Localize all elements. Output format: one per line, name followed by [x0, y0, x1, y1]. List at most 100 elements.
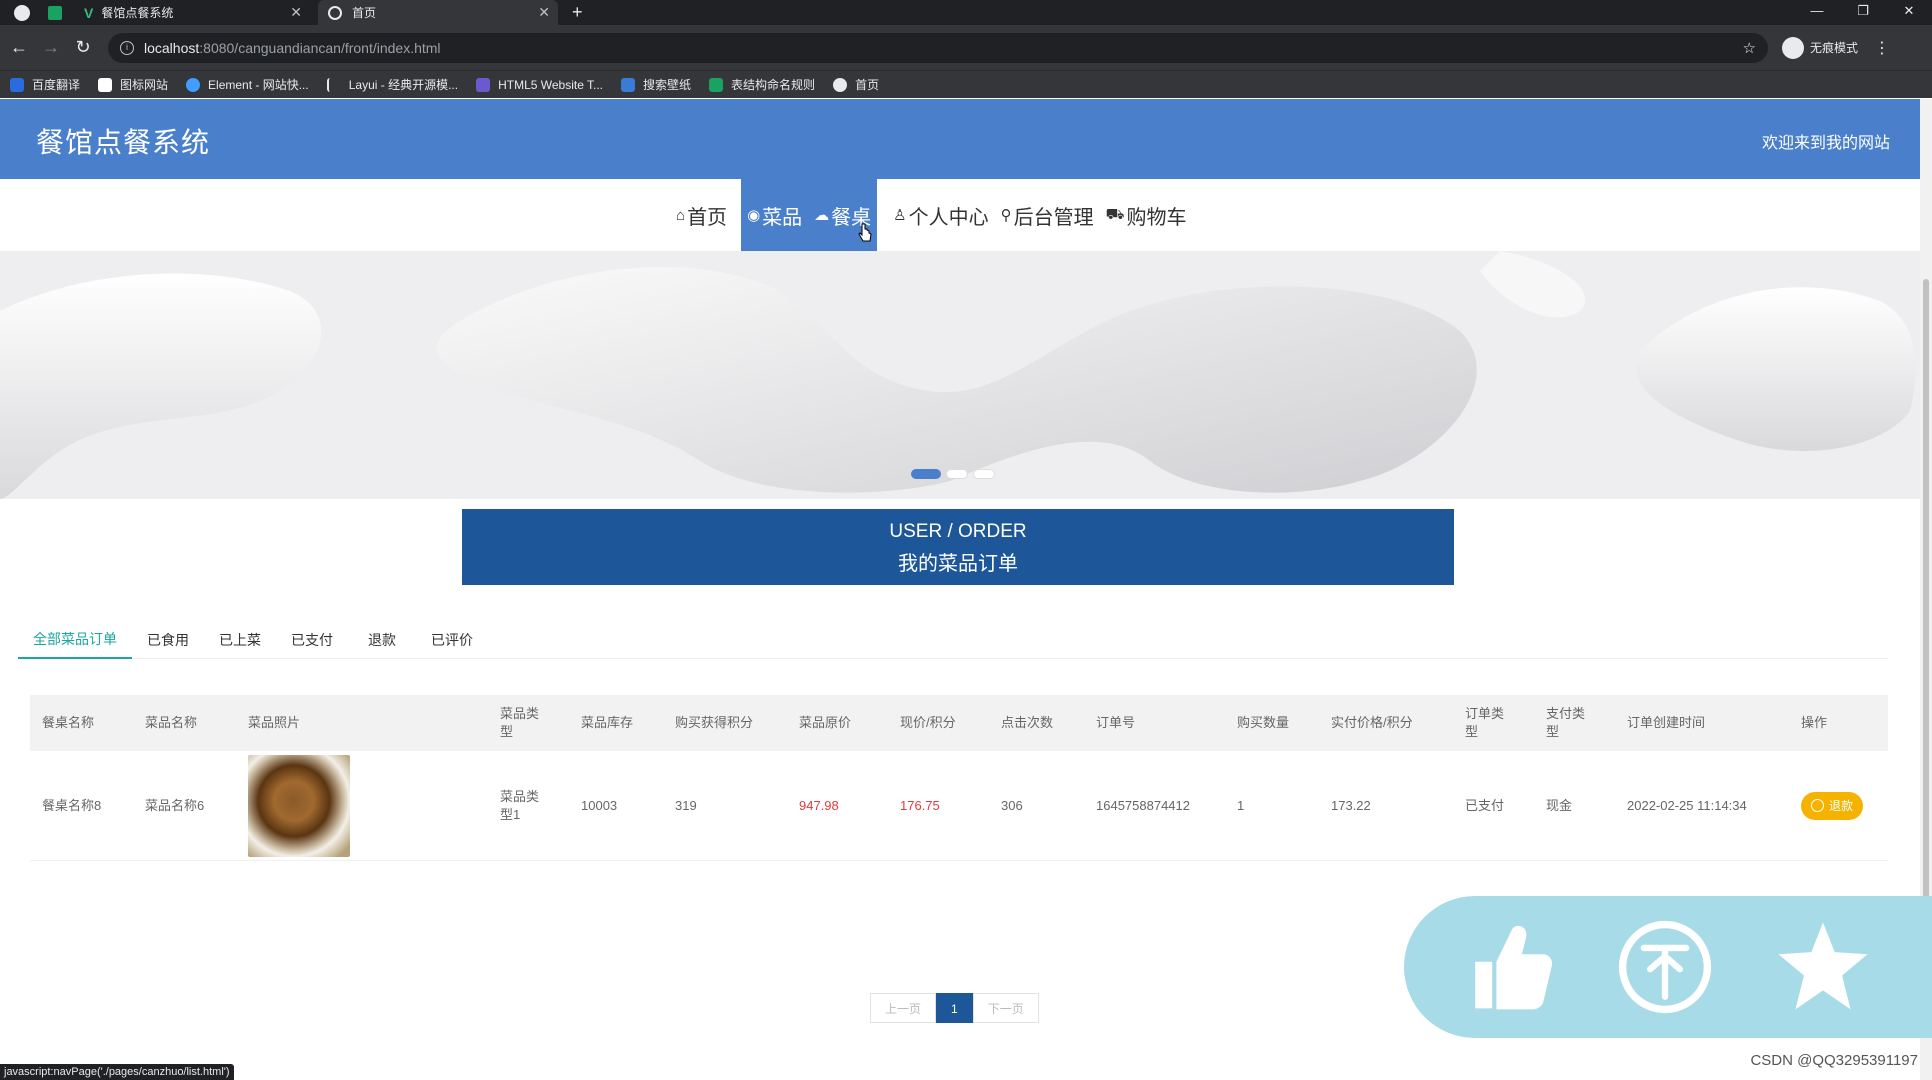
nav-item-user-center[interactable]: ♙ 个人中心: [887, 179, 994, 251]
pagination: 上一页 1 下一页: [870, 993, 1039, 1023]
tab-served[interactable]: 已上菜: [204, 621, 276, 659]
browser-menu-icon[interactable]: ⋮: [1874, 38, 1890, 58]
prev-page-button[interactable]: 上一页: [870, 993, 937, 1023]
cell-stock: 10003: [581, 797, 618, 813]
incognito-icon: [1782, 36, 1804, 59]
column-header: 菜品库存: [581, 715, 634, 730]
watermark: CSDN @QQ3295391197: [1750, 1052, 1918, 1069]
nav-item-home[interactable]: ⌂ 首页: [670, 179, 733, 251]
tab-all-orders[interactable]: 全部菜品订单: [18, 621, 132, 659]
bookmark-item[interactable]: Element - 网站快...: [186, 76, 309, 93]
order-section-title: USER / ORDER 我的菜品订单: [462, 509, 1454, 585]
incognito-label: 无痕模式: [1810, 41, 1859, 55]
bookmark-item[interactable]: 首页: [833, 76, 879, 93]
bookmark-item[interactable]: Layui - 经典开源模...: [326, 76, 458, 93]
bookmark-label: 图标网站: [120, 78, 169, 92]
table-header: 餐桌名称 菜品名称 菜品照片 菜品类型 菜品库存 购买获得积分 菜品原价 现价/…: [30, 695, 1888, 751]
close-tab-icon[interactable]: ✕: [290, 4, 302, 21]
nav-label: 购物车: [1126, 206, 1187, 229]
incognito-indicator[interactable]: 无痕模式: [1782, 36, 1859, 59]
bookmark-star-icon[interactable]: ☆: [1743, 39, 1756, 57]
bookmark-label: Element - 网站快...: [208, 78, 309, 92]
nav-item-dishes[interactable]: ◉ 菜品: [741, 179, 809, 251]
browser-tab-2[interactable]: 首页 ✕: [318, 0, 558, 25]
tab-refund[interactable]: 退款: [348, 621, 416, 659]
carousel-dot[interactable]: [946, 469, 968, 479]
column-header: 订单创建时间: [1627, 715, 1706, 730]
tab-eaten[interactable]: 已食用: [132, 621, 204, 659]
nav-item-admin[interactable]: ⚲ 后台管理: [995, 179, 1100, 251]
close-tab-icon[interactable]: ✕: [538, 4, 550, 21]
table-row: 餐桌名称8 菜品名称6 菜品类型1 10003 319 947.98 176.7…: [30, 751, 1888, 861]
dish-icon: ◉: [747, 207, 761, 224]
carousel-dot[interactable]: [973, 469, 995, 479]
cell-paid: 173.22: [1331, 797, 1371, 813]
order-status-tabs: 全部菜品订单 已食用 已上菜 已支付 退款 已评价: [18, 621, 1888, 659]
nav-label: 首页: [687, 206, 728, 229]
cell-order-type: 已支付: [1465, 797, 1505, 813]
url-field[interactable]: i localhost:8080/canguandiancan/front/in…: [108, 32, 1768, 63]
nav-item-cart[interactable]: ⛟ 购物车: [1100, 179, 1193, 251]
next-page-button[interactable]: 下一页: [972, 993, 1039, 1023]
tab-title: 餐馆点餐系统: [101, 6, 174, 20]
banner-carousel[interactable]: [0, 251, 1920, 499]
bookmark-item[interactable]: 图标网站: [98, 76, 168, 93]
bookmark-item[interactable]: 搜索壁纸: [621, 76, 691, 93]
column-header: 购买数量: [1237, 715, 1290, 730]
star-icon[interactable]: [1770, 914, 1876, 1020]
new-tab-icon[interactable]: +: [572, 2, 583, 23]
orders-table: 餐桌名称 菜品名称 菜品照片 菜品类型 菜品库存 购买获得积分 菜品原价 现价/…: [30, 695, 1888, 861]
order-title-cn: 我的菜品订单: [898, 553, 1018, 575]
bookmark-label: HTML5 Website T...: [498, 77, 604, 92]
bookmark-label: 搜索壁纸: [643, 78, 692, 92]
back-icon[interactable]: ←: [6, 37, 32, 58]
nav-label: 个人中心: [908, 206, 989, 229]
bookmark-icon: [621, 77, 636, 92]
dish-photo[interactable]: [248, 754, 350, 857]
forward-icon[interactable]: →: [38, 37, 64, 58]
column-header: 菜品照片: [248, 715, 301, 730]
cell-quantity: 1: [1237, 797, 1245, 813]
reload-icon[interactable]: ↻: [70, 37, 96, 58]
tab-reviewed[interactable]: 已评价: [416, 621, 488, 659]
carousel-dot[interactable]: [911, 469, 941, 479]
scrollbar-thumb[interactable]: [1923, 279, 1929, 929]
pinned-tab-icon[interactable]: [48, 5, 62, 20]
cell-clicks: 306: [1001, 797, 1023, 813]
restore-icon[interactable]: ❐: [1840, 0, 1886, 22]
banner-image: [0, 251, 1920, 499]
cell-current-price: 176.75: [900, 797, 940, 813]
refund-button[interactable]: 退款: [1801, 791, 1864, 820]
carousel-indicators: [911, 469, 1000, 479]
bookmark-label: 首页: [855, 78, 880, 92]
url-host: localhost: [144, 39, 200, 56]
cell-table-name: 餐桌名称8: [42, 797, 102, 813]
vue-icon: V: [84, 4, 94, 21]
browser-tab-1[interactable]: V 餐馆点餐系统 ✕: [80, 0, 310, 25]
column-header: 实付价格/积分: [1331, 715, 1413, 730]
bookmark-item[interactable]: 表结构命名规则: [709, 76, 815, 93]
thumbs-up-icon[interactable]: [1454, 914, 1560, 1020]
page-number-button[interactable]: 1: [936, 993, 973, 1023]
minimize-icon[interactable]: —: [1794, 0, 1840, 22]
tab-paid[interactable]: 已支付: [276, 621, 348, 659]
browser-profile-icon[interactable]: [14, 4, 30, 21]
url-path: :8080/canguandiancan/front/index.html: [199, 39, 441, 56]
info-icon[interactable]: i: [120, 40, 134, 55]
column-header: 订单类型: [1465, 706, 1505, 739]
bookmark-icon: [10, 77, 24, 92]
cell-points: 319: [675, 797, 697, 813]
column-header: 操作: [1801, 715, 1828, 730]
bookmark-item[interactable]: 百度翻译: [10, 76, 80, 93]
cell-dish-photo: [236, 754, 488, 857]
globe-icon: [833, 77, 848, 92]
column-header: 菜品原价: [799, 715, 852, 730]
bookmark-item[interactable]: HTML5 Website T...: [476, 77, 604, 92]
mouse-cursor-icon: [858, 223, 872, 242]
welcome-text: 欢迎来到我的网站: [1761, 135, 1890, 152]
status-bar-url: javascript:navPage('./pages/canzhuo/list…: [0, 1064, 234, 1080]
top-icon[interactable]: [1612, 914, 1718, 1020]
order-title-en: USER / ORDER: [889, 521, 1027, 542]
close-window-icon[interactable]: ✕: [1886, 0, 1932, 22]
address-bar-row: ← → ↻ i localhost:8080/canguandiancan/fr…: [0, 25, 1932, 70]
